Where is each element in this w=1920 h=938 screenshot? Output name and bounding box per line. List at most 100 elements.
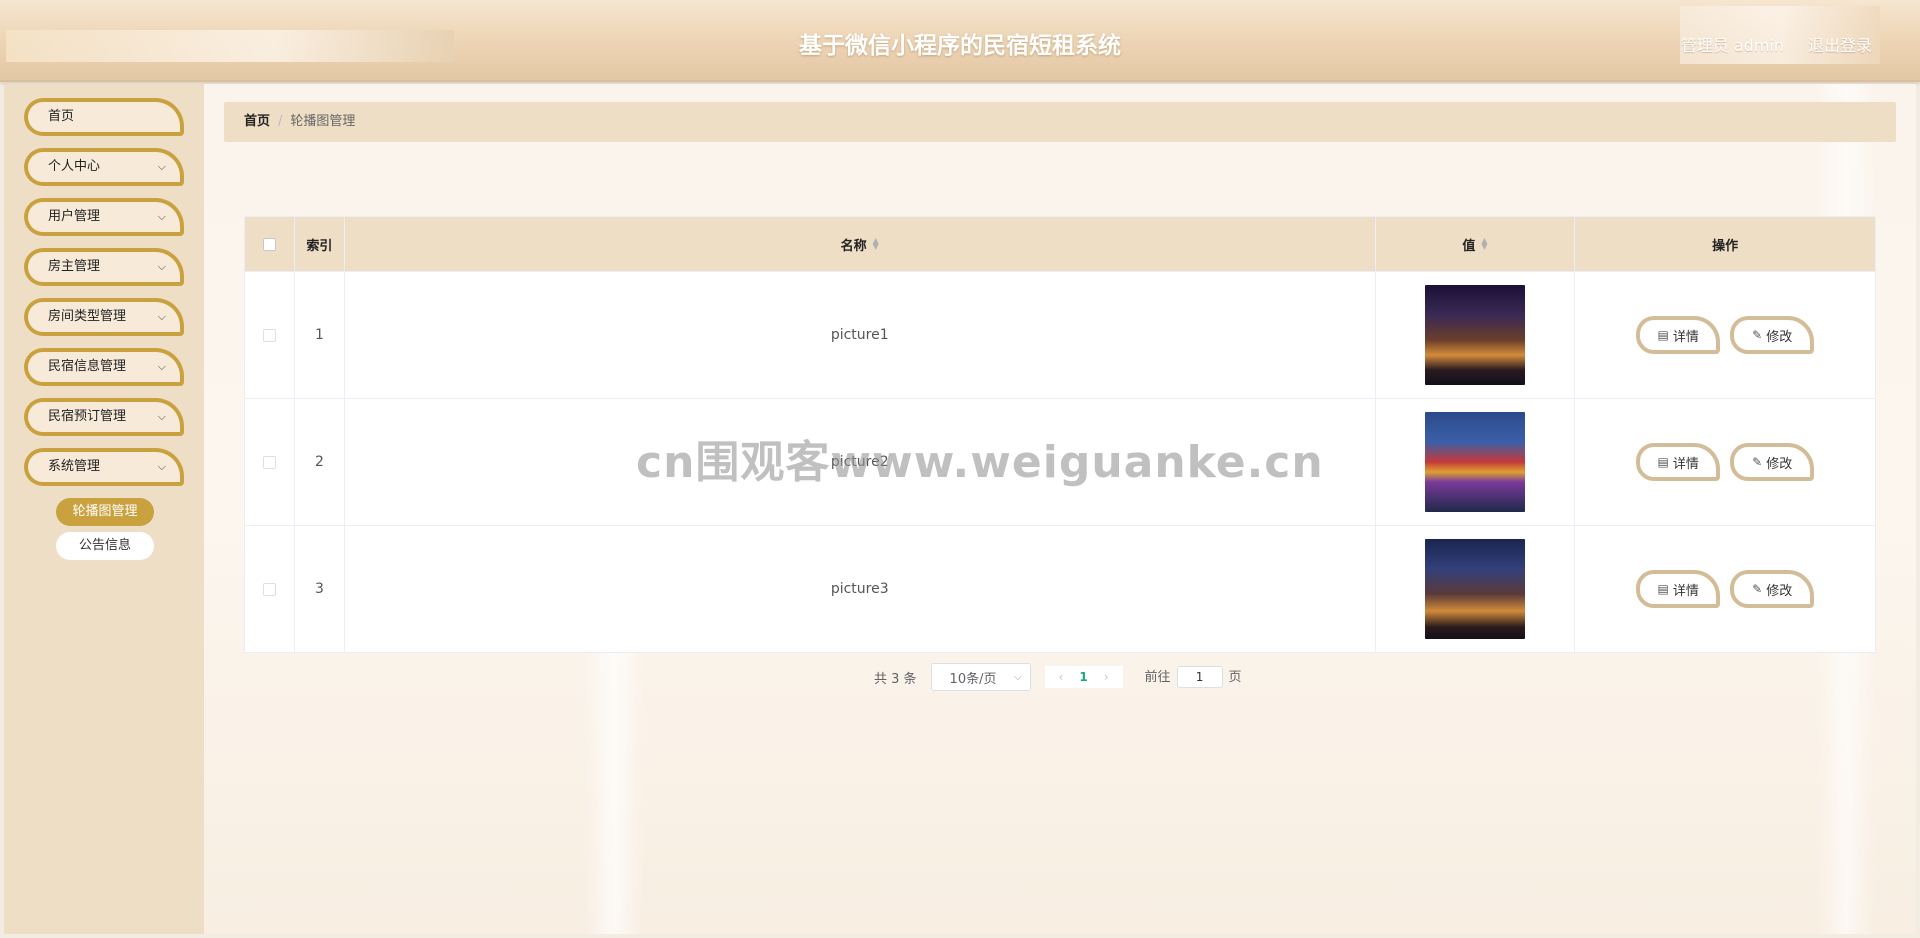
header-name-label: 名称: [840, 238, 867, 254]
sidebar-item-booking-management[interactable]: 民宿预订管理 ⌵: [24, 398, 184, 436]
page-size-value: 10条/页: [949, 671, 997, 687]
select-all-checkbox[interactable]: [262, 237, 276, 251]
document-icon: ▤: [1657, 582, 1669, 596]
edit-button[interactable]: ✎ 修改: [1730, 316, 1815, 354]
prev-page-icon[interactable]: ‹: [1051, 670, 1072, 684]
goto-page: 前往 页: [1145, 666, 1242, 688]
sidebar: 首页 个人中心 ⌵ 用户管理 ⌵ 房主管理 ⌵ 房间类型管理 ⌵ 民宿信息管理 …: [4, 84, 204, 934]
row-select-cell: [245, 272, 295, 398]
logout-button[interactable]: 退出登录: [1808, 32, 1872, 56]
page-size-select[interactable]: 10条/页 ⌵: [930, 663, 1031, 691]
sort-icon[interactable]: ▲ ▼: [1481, 237, 1487, 251]
row-checkbox[interactable]: [262, 455, 276, 469]
breadcrumb-home[interactable]: 首页: [244, 114, 270, 129]
sidebar-subitem-announcement[interactable]: 公告信息: [56, 532, 154, 560]
chevron-down-icon: ⌵: [157, 460, 166, 473]
table-row: 3 picture3 ▤ 详情 ✎ 修改: [245, 525, 1875, 652]
chevron-down-icon: ⌵: [157, 410, 166, 423]
row-checkbox[interactable]: [262, 328, 276, 342]
header-index: 索引: [295, 217, 345, 271]
carousel-image-thumbnail[interactable]: [1424, 412, 1525, 512]
next-page-icon[interactable]: ›: [1096, 670, 1117, 684]
edit-button[interactable]: ✎ 修改: [1730, 570, 1815, 608]
detail-button-label: 详情: [1672, 456, 1699, 472]
sidebar-item-label: 房间类型管理: [48, 309, 127, 324]
sidebar-subitem-carousel[interactable]: 轮播图管理: [56, 498, 154, 526]
breadcrumb: 首页 / 轮播图管理: [224, 102, 1896, 142]
detail-button[interactable]: ▤ 详情: [1636, 443, 1721, 481]
chevron-down-icon: ⌵: [157, 310, 166, 323]
row-actions: ▤ 详情 ✎ 修改: [1575, 272, 1875, 398]
chevron-down-icon: ⌵: [157, 260, 166, 273]
sidebar-item-label: 个人中心: [48, 159, 101, 174]
goto-suffix: 页: [1228, 670, 1242, 685]
sidebar-item-host-management[interactable]: 房主管理 ⌵: [24, 248, 184, 286]
row-index: 2: [295, 399, 345, 525]
row-value-cell: [1376, 399, 1576, 525]
page-number-current[interactable]: 1: [1071, 670, 1095, 684]
chevron-down-icon: ⌵: [157, 360, 166, 373]
top-header: 基于微信小程序的民宿短租系统 管理员 admin 退出登录: [0, 0, 1920, 82]
pencil-icon: ✎: [1752, 328, 1763, 342]
chevron-down-icon: ⌵: [157, 210, 166, 223]
row-index: 1: [295, 272, 345, 398]
document-icon: ▤: [1657, 455, 1669, 469]
row-select-cell: [245, 526, 295, 652]
app-title: 基于微信小程序的民宿短租系统: [799, 33, 1121, 59]
sidebar-item-label: 民宿预订管理: [48, 409, 127, 424]
sidebar-item-personal-center[interactable]: 个人中心 ⌵: [24, 148, 184, 186]
current-user: 管理员 admin: [1680, 36, 1784, 55]
sidebar-item-label: 系统管理: [48, 459, 101, 474]
sidebar-item-label: 首页: [48, 109, 75, 124]
background-decoration: [584, 644, 644, 934]
header-name[interactable]: 名称 ▲ ▼: [345, 217, 1376, 271]
table-row: 1 picture1 ▤ 详情 ✎ 修改: [245, 271, 1875, 398]
edit-button-label: 修改: [1766, 583, 1793, 599]
pagination: 共 3 条 10条/页 ⌵ ‹ 1 › 前往 页: [874, 662, 1242, 692]
watermark-text: cn围观客www.weiguanke.cn: [636, 437, 1324, 488]
sidebar-item-label: 房主管理: [48, 259, 101, 274]
edit-button[interactable]: ✎ 修改: [1730, 443, 1815, 481]
breadcrumb-separator: /: [278, 114, 283, 129]
goto-page-input[interactable]: [1176, 666, 1223, 688]
chevron-down-icon: ⌵: [157, 160, 166, 173]
row-value-cell: [1376, 526, 1576, 652]
carousel-image-thumbnail[interactable]: [1424, 539, 1525, 639]
sidebar-item-home[interactable]: 首页: [24, 98, 184, 136]
row-name: picture1: [345, 272, 1376, 398]
pencil-icon: ✎: [1752, 582, 1763, 596]
pencil-icon: ✎: [1752, 455, 1763, 469]
table-header: 索引 名称 ▲ ▼ 值 ▲ ▼ 操作: [245, 217, 1875, 271]
sidebar-item-homestay-info-management[interactable]: 民宿信息管理 ⌵: [24, 348, 184, 386]
header-actions: 操作: [1712, 238, 1739, 254]
header-value-label: 值: [1462, 238, 1476, 254]
sort-icon[interactable]: ▲ ▼: [873, 237, 879, 251]
detail-button-label: 详情: [1672, 583, 1699, 599]
edit-button-label: 修改: [1766, 456, 1793, 472]
pagination-total: 共 3 条: [874, 671, 917, 687]
breadcrumb-current: 轮播图管理: [290, 114, 356, 129]
detail-button[interactable]: ▤ 详情: [1636, 316, 1721, 354]
chevron-down-icon: ⌵: [1013, 671, 1022, 683]
sidebar-item-label: 用户管理: [48, 209, 101, 224]
detail-button-label: 详情: [1672, 329, 1699, 345]
sidebar-item-room-type-management[interactable]: 房间类型管理 ⌵: [24, 298, 184, 336]
sidebar-item-label: 民宿信息管理: [48, 359, 127, 374]
header-value[interactable]: 值 ▲ ▼: [1376, 217, 1576, 271]
page-nav: ‹ 1 ›: [1044, 666, 1123, 688]
row-actions: ▤ 详情 ✎ 修改: [1575, 526, 1875, 652]
row-actions: ▤ 详情 ✎ 修改: [1575, 399, 1875, 525]
row-value-cell: [1376, 272, 1576, 398]
row-select-cell: [245, 399, 295, 525]
row-index: 3: [295, 526, 345, 652]
main-content: 首页 / 轮播图管理 索引 名称 ▲ ▼ 值 ▲ ▼ 操作 1 picture1 ▤ 详情: [204, 84, 1916, 934]
sidebar-item-user-management[interactable]: 用户管理 ⌵: [24, 198, 184, 236]
header-select-all-cell: [245, 217, 295, 271]
detail-button[interactable]: ▤ 详情: [1636, 570, 1721, 608]
sidebar-item-system-management[interactable]: 系统管理 ⌵: [24, 448, 184, 486]
document-icon: ▤: [1657, 328, 1669, 342]
row-name: picture3: [345, 526, 1376, 652]
row-checkbox[interactable]: [262, 582, 276, 596]
goto-prefix: 前往: [1144, 670, 1171, 685]
carousel-image-thumbnail[interactable]: [1424, 285, 1525, 385]
